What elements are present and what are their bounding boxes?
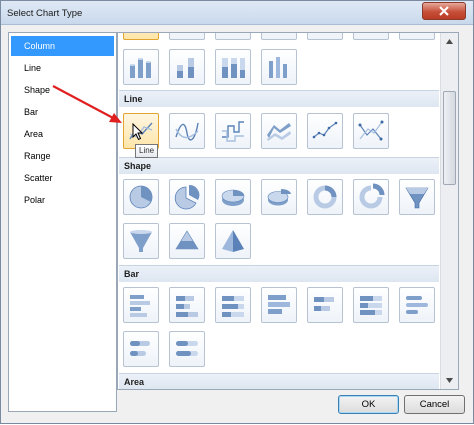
3d-pyramid-icon <box>222 230 244 252</box>
3d-funnel-icon <box>130 230 152 252</box>
3d-stacked-bar-thumbnail[interactable] <box>307 287 343 323</box>
3d-exploded-pie-icon <box>267 188 291 206</box>
chart-type-line[interactable]: Line <box>11 58 114 78</box>
column-icon <box>173 32 201 36</box>
cylinder-stacked-icon <box>177 58 194 78</box>
chart-type-range[interactable]: Range <box>11 146 114 166</box>
select-chart-type-dialog: Select Chart Type Column Line Shape Bar … <box>0 0 474 424</box>
column-chart-thumbnail[interactable] <box>261 32 297 40</box>
chart-type-area[interactable]: Area <box>11 124 114 144</box>
section-header-bar: Bar <box>119 265 439 282</box>
exploded-doughnut-thumbnail[interactable] <box>353 179 389 215</box>
pie-icon <box>129 185 153 209</box>
chart-type-list: Column Line Shape Bar Area Range Scatter… <box>8 32 117 412</box>
close-icon <box>439 6 449 16</box>
stacked-bar-icon <box>176 296 198 317</box>
column-chart-thumbnail[interactable] <box>353 32 389 40</box>
chart-type-bar[interactable]: Bar <box>11 102 114 122</box>
cancel-button[interactable]: Cancel <box>404 395 465 414</box>
3d-full-stacked-bar-icon <box>360 296 382 315</box>
pyramid-icon <box>175 230 199 250</box>
cylinder-full-stacked-icon <box>222 58 245 78</box>
3d-cylinder-bar-thumbnail[interactable] <box>399 287 435 323</box>
bar-icon <box>130 295 150 317</box>
smooth-line-icon <box>175 122 199 141</box>
doughnut-thumbnail[interactable] <box>307 179 343 215</box>
3d-pie-icon <box>221 189 245 206</box>
cylinder-stacked-bar-icon <box>130 341 150 356</box>
full-stacked-bar-thumbnail[interactable] <box>215 287 251 323</box>
exploded-doughnut-icon <box>359 183 385 209</box>
stacked-column-icon <box>127 32 155 36</box>
column-icon <box>219 32 247 36</box>
scroll-down-arrow-icon <box>446 378 453 383</box>
column-chart-thumbnail[interactable] <box>169 32 205 40</box>
3d-full-stacked-bar-thumbnail[interactable] <box>353 287 389 323</box>
column-icon <box>357 32 385 36</box>
column-icon <box>311 32 339 36</box>
title-bar: Select Chart Type <box>1 1 473 25</box>
3d-cylinder-stacked-thumbnail[interactable] <box>169 49 205 85</box>
3d-bar-thumbnail[interactable] <box>261 287 297 323</box>
fast-line-thumbnail[interactable] <box>353 113 389 149</box>
section-header-area: Area <box>119 373 439 389</box>
stacked-bar-thumbnail[interactable] <box>169 287 205 323</box>
section-header-shape: Shape <box>119 157 439 174</box>
3d-exploded-pie-thumbnail[interactable] <box>261 179 297 215</box>
column-chart-thumbnail[interactable] <box>215 32 251 40</box>
scroll-up-button[interactable] <box>441 33 458 50</box>
column-chart-thumbnail[interactable] <box>307 32 343 40</box>
column-icon <box>265 32 293 36</box>
line-markers-icon <box>312 121 338 139</box>
mouse-cursor-icon <box>132 123 144 141</box>
3d-line-thumbnail[interactable] <box>261 113 297 149</box>
3d-pyramid-thumbnail[interactable] <box>215 223 251 259</box>
cylinder-column-icon <box>130 58 151 78</box>
scroll-down-button[interactable] <box>441 372 458 389</box>
funnel-icon <box>405 187 429 209</box>
3d-cylinder-full-stacked-bar-thumbnail[interactable] <box>169 331 205 367</box>
chart-type-shape[interactable]: Shape <box>11 80 114 100</box>
3d-cylinder-column-thumbnail[interactable] <box>123 49 159 85</box>
doughnut-icon <box>313 185 337 209</box>
smooth-line-thumbnail[interactable] <box>169 113 205 149</box>
stepped-line-thumbnail[interactable] <box>215 113 251 149</box>
stepped-line-icon <box>222 121 244 142</box>
scroll-up-arrow-icon <box>446 39 453 44</box>
bar-chart-thumbnail[interactable] <box>123 287 159 323</box>
line-markers-thumbnail[interactable] <box>307 113 343 149</box>
cylinder-clustered-icon <box>269 57 287 78</box>
full-stacked-bar-icon <box>222 296 244 317</box>
3d-cylinder-clustered-thumbnail[interactable] <box>261 49 297 85</box>
column-chart-thumbnail[interactable] <box>123 32 159 40</box>
window-title: Select Chart Type <box>7 8 83 19</box>
column-chart-thumbnail[interactable] <box>399 32 435 40</box>
scroll-thumb[interactable] <box>443 91 456 185</box>
chart-gallery: Line Shape Bar Area <box>117 32 459 390</box>
pie-chart-thumbnail[interactable] <box>123 179 159 215</box>
exploded-pie-thumbnail[interactable] <box>169 179 205 215</box>
cylinder-full-stacked-bar-icon <box>176 341 198 356</box>
cylinder-bar-icon <box>406 296 428 314</box>
ok-button[interactable]: OK <box>338 395 399 414</box>
chart-type-scatter[interactable]: Scatter <box>11 168 114 188</box>
pyramid-thumbnail[interactable] <box>169 223 205 259</box>
column-icon <box>403 32 431 36</box>
chart-type-column[interactable]: Column <box>11 36 114 56</box>
3d-stacked-bar-icon <box>314 297 334 311</box>
3d-cylinder-full-stacked-thumbnail[interactable] <box>215 49 251 85</box>
funnel-thumbnail[interactable] <box>399 179 435 215</box>
gallery-scrollbar[interactable] <box>440 33 458 389</box>
3d-cylinder-stacked-bar-thumbnail[interactable] <box>123 331 159 367</box>
3d-funnel-thumbnail[interactable] <box>123 223 159 259</box>
chart-type-polar[interactable]: Polar <box>11 190 114 210</box>
line-tooltip: Line <box>135 144 159 158</box>
3d-pie-thumbnail[interactable] <box>215 179 251 215</box>
section-header-line: Line <box>119 90 439 107</box>
exploded-pie-icon <box>174 184 200 210</box>
fast-line-icon <box>358 120 384 141</box>
3d-line-icon <box>267 123 291 141</box>
3d-bar-icon <box>268 295 290 314</box>
close-button[interactable] <box>422 2 466 20</box>
